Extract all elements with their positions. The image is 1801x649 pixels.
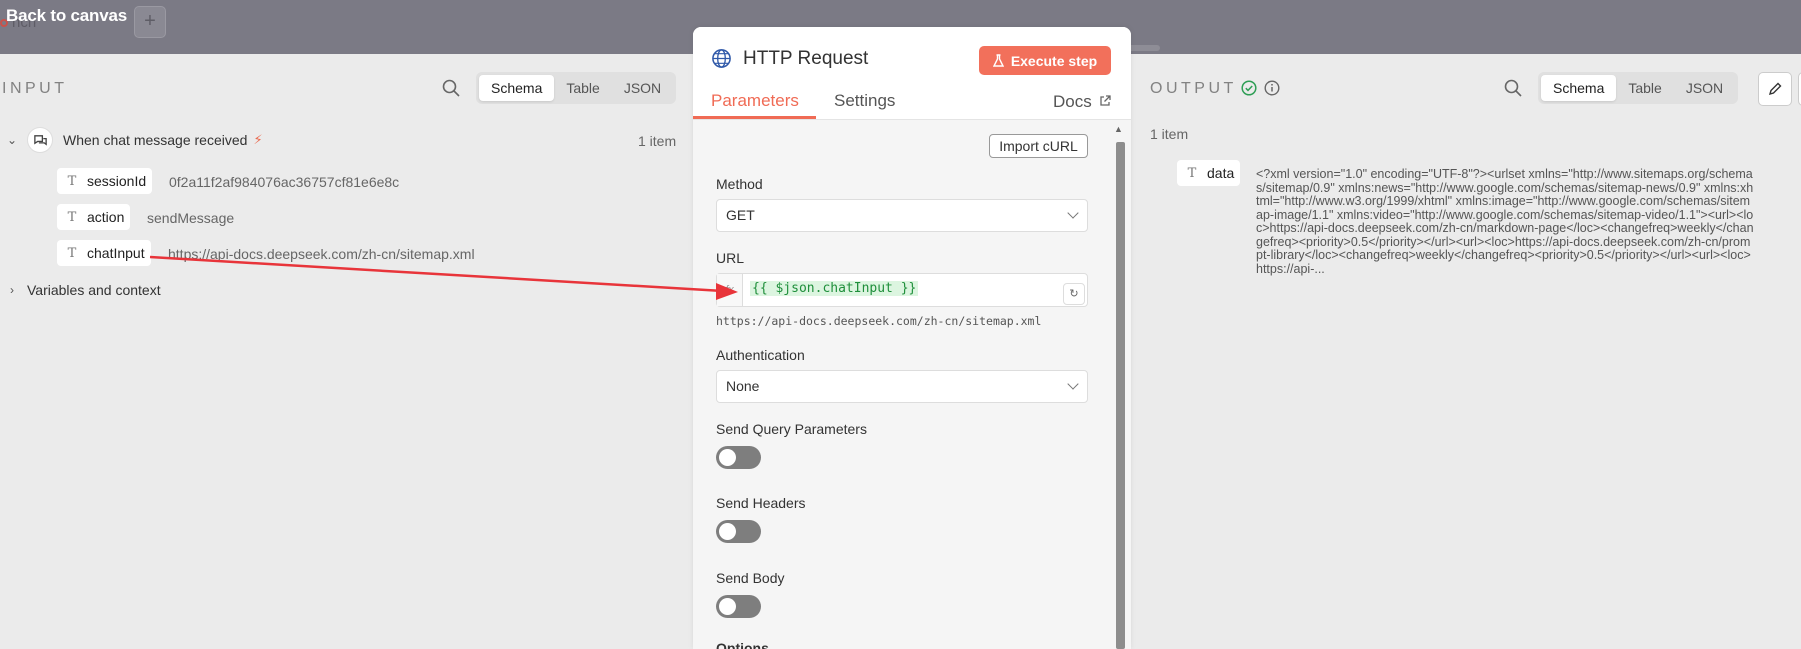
input-view-json[interactable]: JSON	[612, 75, 673, 101]
send-headers-toggle[interactable]	[716, 520, 761, 543]
input-view-schema[interactable]: Schema	[479, 75, 555, 101]
string-type-icon: T	[67, 245, 77, 261]
chevron-right-icon[interactable]: ›	[5, 283, 19, 297]
url-label: URL	[716, 250, 745, 266]
scrollbar-thumb[interactable]	[1116, 142, 1125, 649]
output-field-pill-data[interactable]: Tdata	[1177, 160, 1241, 186]
field-pill-chatinput[interactable]: TchatInput	[57, 240, 151, 266]
method-value: GET	[726, 207, 755, 223]
output-view-json[interactable]: JSON	[1674, 75, 1735, 101]
authentication-select[interactable]: None	[716, 370, 1088, 403]
output-item-count: 1 item	[1150, 126, 1189, 142]
search-icon[interactable]	[441, 78, 461, 98]
input-panel-title: INPUT	[2, 80, 68, 97]
pencil-icon	[1768, 82, 1782, 96]
authentication-label: Authentication	[716, 347, 805, 363]
string-type-icon: T	[67, 209, 77, 225]
string-type-icon: T	[1187, 165, 1197, 181]
edit-output-button[interactable]	[1758, 72, 1792, 106]
input-view-table[interactable]: Table	[554, 75, 611, 101]
add-node-button[interactable]: +	[134, 6, 166, 38]
execute-step-label: Execute step	[1010, 52, 1098, 69]
input-item-count: 1 item	[638, 133, 677, 149]
url-resolved-preview: https://api-docs.deepseek.com/zh-cn/site…	[716, 314, 1042, 328]
field-value: 0f2a11f2af984076ac36757cf81e6e8c	[169, 174, 400, 190]
node-settings-modal: HTTP Request Execute step Parameters Set…	[693, 27, 1131, 649]
send-body-label: Send Body	[716, 570, 785, 586]
output-field-value: <?xml version="1.0" encoding="UTF-8"?><u…	[1256, 167, 1754, 276]
send-query-label: Send Query Parameters	[716, 421, 867, 437]
field-pill-action[interactable]: Taction	[57, 204, 131, 230]
tab-settings[interactable]: Settings	[834, 91, 895, 111]
string-type-icon: T	[67, 173, 77, 189]
tab-parameters[interactable]: Parameters	[711, 91, 799, 111]
url-expression[interactable]: {{ $json.chatInput }}	[750, 281, 919, 296]
options-label: Options	[716, 640, 769, 649]
output-panel-title: OUTPUT	[1150, 80, 1237, 97]
chat-icon	[27, 127, 53, 153]
output-status	[1241, 80, 1280, 96]
method-select[interactable]: GET	[716, 199, 1088, 232]
search-icon[interactable]	[1503, 78, 1523, 98]
send-headers-label: Send Headers	[716, 495, 806, 511]
field-pill-sessionid[interactable]: TsessionId	[57, 168, 153, 194]
input-node-label: When chat message received	[63, 132, 248, 148]
node-title[interactable]: HTTP Request	[743, 48, 868, 70]
success-check-icon	[1241, 80, 1257, 96]
info-icon[interactable]	[1264, 80, 1280, 96]
trigger-bolt-icon: ⚡	[253, 132, 263, 147]
back-to-canvas-link[interactable]: Back to canvas	[6, 6, 127, 26]
field-value: sendMessage	[147, 210, 235, 226]
modal-header: HTTP Request Execute step Parameters Set…	[693, 27, 1131, 120]
field-name: action	[87, 209, 125, 225]
field-value: https://api-docs.deepseek.com/zh-cn/site…	[168, 246, 475, 262]
docs-link[interactable]: Docs	[1053, 92, 1112, 112]
output-view-table[interactable]: Table	[1616, 75, 1673, 101]
docs-label: Docs	[1053, 92, 1092, 111]
globe-icon	[712, 49, 731, 68]
flask-icon	[992, 54, 1004, 67]
variables-context-label: Variables and context	[27, 282, 161, 298]
field-name: chatInput	[87, 245, 145, 261]
output-view-schema[interactable]: Schema	[1541, 75, 1617, 101]
variables-context-row[interactable]: › Variables and context	[5, 282, 161, 298]
scroll-up-icon[interactable]: ▲	[1114, 124, 1123, 134]
active-tab-indicator	[693, 116, 816, 119]
chevron-down-icon	[1067, 378, 1079, 390]
chevron-down-icon[interactable]: ⌄	[5, 133, 19, 147]
authentication-value: None	[726, 378, 760, 394]
field-name: data	[1207, 165, 1235, 181]
input-view-switch: Schema Table JSON	[476, 72, 677, 104]
field-name: sessionId	[87, 173, 147, 189]
url-expression-input[interactable]: fx {{ $json.chatInput }} ↻	[716, 273, 1088, 307]
open-expression-editor-icon[interactable]: ↻	[1063, 283, 1085, 305]
send-body-toggle[interactable]	[716, 595, 761, 618]
output-view-switch: Schema Table JSON	[1538, 72, 1739, 104]
method-label: Method	[716, 176, 763, 192]
execute-step-button[interactable]: Execute step	[979, 46, 1111, 75]
import-curl-button[interactable]: Import cURL	[989, 134, 1088, 158]
external-link-icon	[1100, 95, 1112, 106]
expression-fx-icon: fx	[717, 274, 743, 306]
input-node-row[interactable]: ⌄ When chat message received ⚡	[5, 127, 263, 153]
chevron-down-icon	[1067, 207, 1079, 219]
send-query-toggle[interactable]	[716, 446, 761, 469]
